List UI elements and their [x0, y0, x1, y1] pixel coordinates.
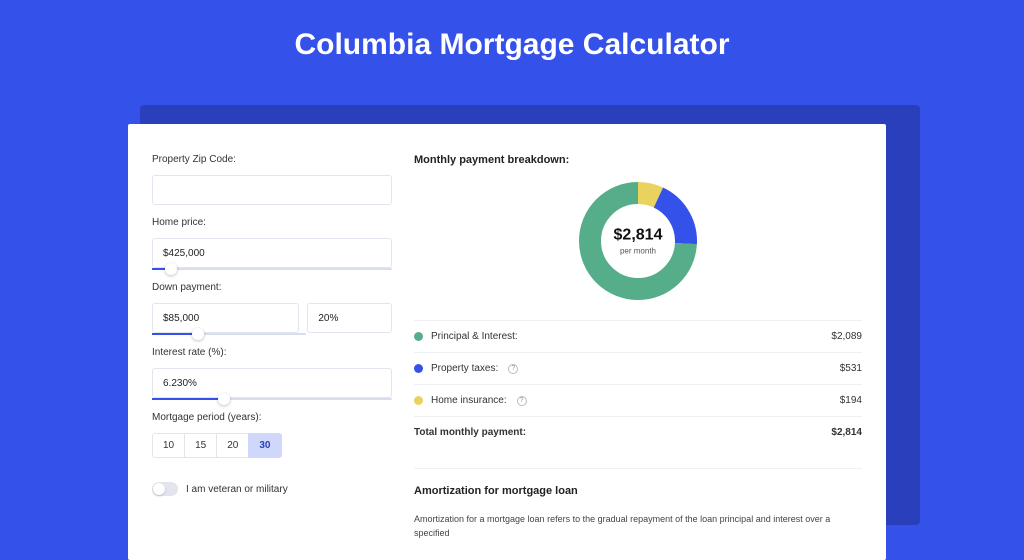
form-column: Property Zip Code: Home price: Down paym… [152, 154, 392, 540]
zip-input[interactable] [152, 175, 392, 205]
total-label: Total monthly payment: [414, 427, 526, 438]
donut-chart: $2,814 per month [577, 180, 699, 302]
veteran-label: I am veteran or military [186, 484, 288, 495]
legend-value: $194 [840, 395, 862, 406]
legend-row-insurance: Home insurance: ? $194 [414, 385, 862, 417]
legend-row-total: Total monthly payment: $2,814 [414, 417, 862, 448]
amortization-section: Amortization for mortgage loan Amortizat… [414, 468, 862, 540]
breakdown-column: Monthly payment breakdown: $2,814 per mo… [414, 154, 862, 540]
mortgage-period-label: Mortgage period (years): [152, 412, 392, 423]
interest-rate-slider[interactable] [152, 398, 392, 400]
interest-rate-label: Interest rate (%): [152, 347, 392, 358]
help-icon[interactable]: ? [508, 364, 518, 374]
legend-label: Home insurance: [431, 395, 507, 406]
period-option-20[interactable]: 20 [216, 433, 249, 458]
home-price-input[interactable] [152, 238, 392, 268]
amortization-text: Amortization for a mortgage loan refers … [414, 513, 862, 540]
down-payment-amount-input[interactable] [152, 303, 299, 333]
down-payment-slider[interactable] [152, 333, 306, 335]
period-option-10[interactable]: 10 [152, 433, 185, 458]
dot-icon [414, 364, 423, 373]
period-option-30[interactable]: 30 [248, 433, 281, 458]
slider-thumb[interactable] [165, 263, 177, 275]
legend-value: $531 [840, 363, 862, 374]
home-price-label: Home price: [152, 217, 392, 228]
breakdown-title: Monthly payment breakdown: [414, 154, 862, 166]
help-icon[interactable]: ? [517, 396, 527, 406]
legend-value: $2,089 [831, 331, 862, 342]
donut-sub: per month [614, 247, 663, 256]
total-value: $2,814 [831, 427, 862, 438]
dot-icon [414, 396, 423, 405]
legend-label: Principal & Interest: [431, 331, 518, 342]
donut-amount: $2,814 [614, 227, 663, 245]
dot-icon [414, 332, 423, 341]
slider-thumb[interactable] [218, 393, 230, 405]
legend: Principal & Interest: $2,089 Property ta… [414, 320, 862, 448]
amortization-title: Amortization for mortgage loan [414, 485, 862, 497]
down-payment-label: Down payment: [152, 282, 392, 293]
veteran-toggle[interactable] [152, 482, 178, 496]
legend-row-principal: Principal & Interest: $2,089 [414, 321, 862, 353]
mortgage-period-group: 10 15 20 30 [152, 433, 392, 458]
home-price-slider[interactable] [152, 268, 392, 270]
calculator-card: Property Zip Code: Home price: Down paym… [128, 124, 886, 560]
legend-row-taxes: Property taxes: ? $531 [414, 353, 862, 385]
zip-label: Property Zip Code: [152, 154, 392, 165]
interest-rate-input[interactable] [152, 368, 392, 398]
page-title: Columbia Mortgage Calculator [0, 0, 1024, 80]
down-payment-percent-input[interactable] [307, 303, 392, 333]
slider-thumb[interactable] [192, 328, 204, 340]
legend-label: Property taxes: [431, 363, 498, 374]
period-option-15[interactable]: 15 [184, 433, 217, 458]
